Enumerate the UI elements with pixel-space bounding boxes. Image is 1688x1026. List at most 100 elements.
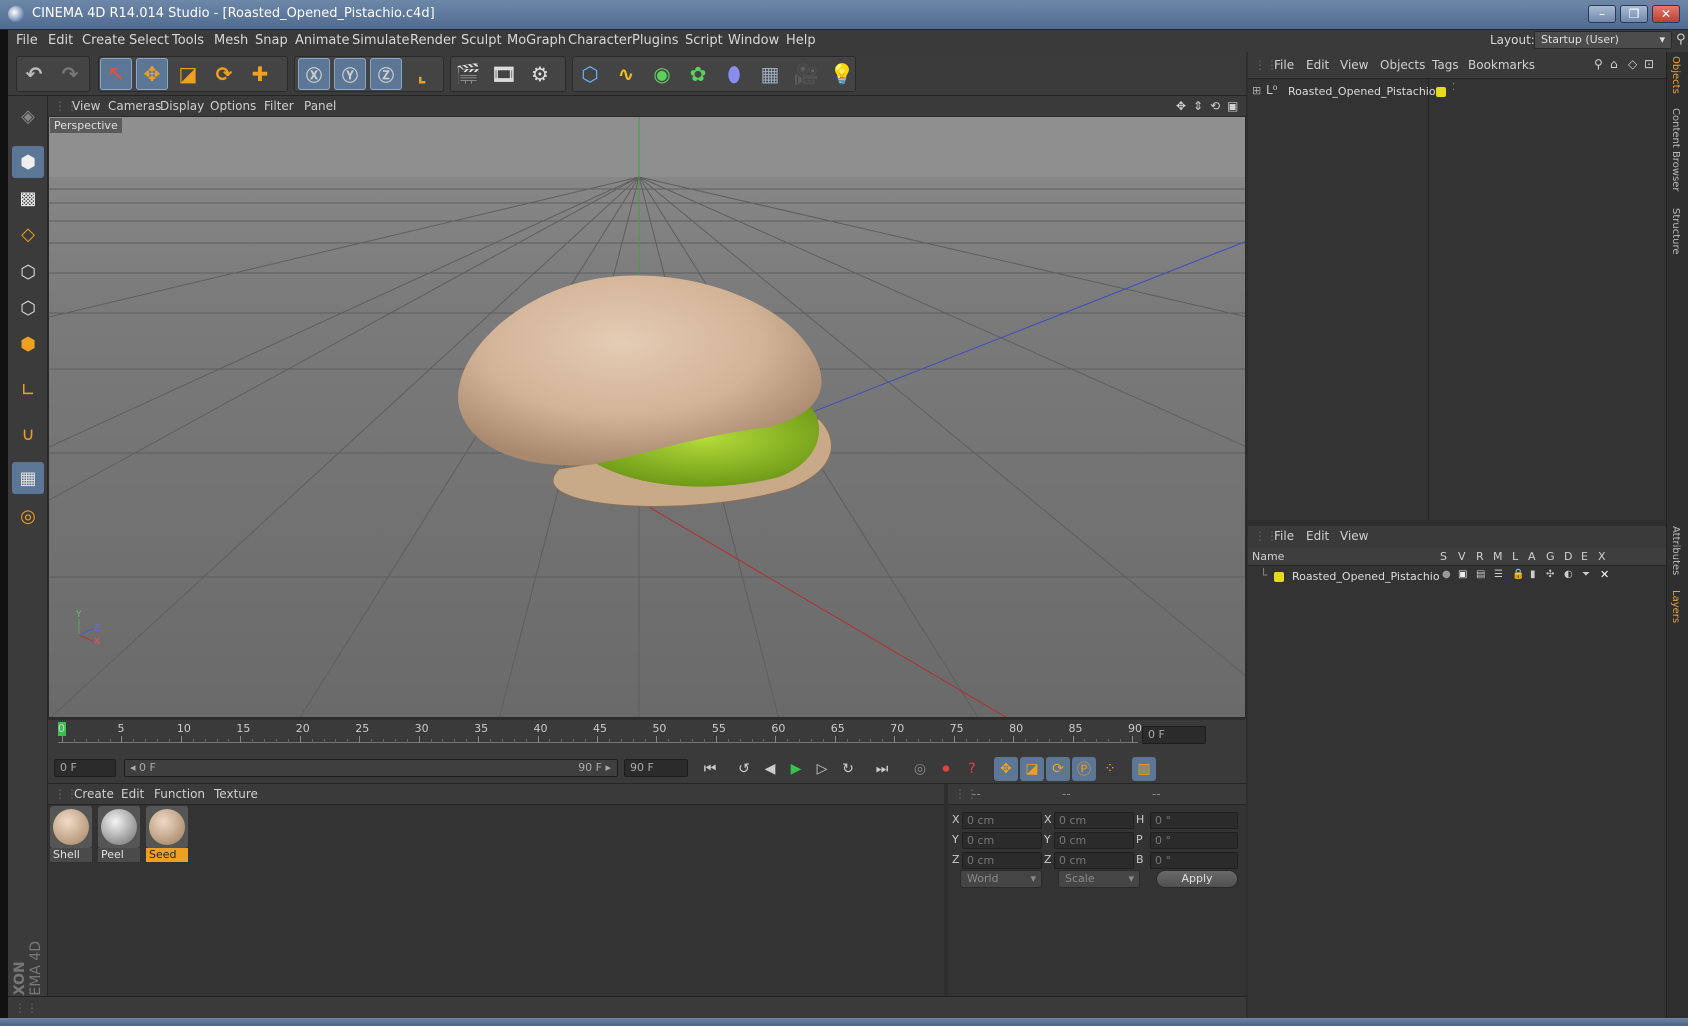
- menu-window[interactable]: Window: [728, 33, 779, 48]
- rotate-tool-icon[interactable]: ⟳: [208, 58, 240, 90]
- pos-x-field[interactable]: 0 cm: [962, 812, 1042, 829]
- menu-character[interactable]: Character: [568, 33, 632, 48]
- play-icon[interactable]: ▶: [784, 757, 808, 781]
- timeline-ruler[interactable]: 0 5 10 15 20 25 30 35 40 45 50 55 60 65 70 75 80 85 90 0 F: [48, 720, 1246, 752]
- solo-toggle-icon[interactable]: ●: [1442, 569, 1451, 580]
- deformer-icon[interactable]: ⬮: [718, 58, 750, 90]
- polygons-mode-icon[interactable]: ⬢: [12, 328, 44, 360]
- tab-attributes[interactable]: Attributes: [1670, 526, 1681, 575]
- layer-menu-edit[interactable]: Edit: [1306, 529, 1329, 543]
- key-parameter-icon[interactable]: Ⓟ: [1072, 757, 1096, 781]
- layer-color-swatch[interactable]: [1274, 572, 1284, 582]
- rot-p-field[interactable]: 0 °: [1150, 832, 1238, 849]
- layer-menu-view[interactable]: View: [1340, 529, 1368, 543]
- autokey-icon[interactable]: ⏺: [934, 757, 958, 781]
- timeline-window-icon[interactable]: ▥: [1132, 757, 1156, 781]
- rot-b-field[interactable]: 0 °: [1150, 852, 1238, 869]
- visibility-dots[interactable]: ⁚: [1452, 82, 1455, 93]
- pos-z-field[interactable]: 0 cm: [962, 852, 1042, 869]
- layer-menu-file[interactable]: File: [1274, 529, 1294, 543]
- coordinate-system-icon[interactable]: ⌞: [406, 58, 438, 90]
- make-editable-icon[interactable]: ◈: [12, 100, 44, 132]
- pistachio-model[interactable]: [458, 275, 832, 507]
- viewport-menu-display[interactable]: Display: [160, 99, 204, 113]
- scale-tool-icon[interactable]: ◪: [172, 58, 204, 90]
- object-menu-view[interactable]: View: [1340, 58, 1368, 72]
- material-menu-function[interactable]: Function: [154, 787, 205, 801]
- expressions-toggle-icon[interactable]: ⏷: [1582, 569, 1590, 580]
- recent-tool-icon[interactable]: ✚: [244, 58, 276, 90]
- axis-mode-icon[interactable]: ∟: [12, 374, 44, 406]
- object-menu-tags[interactable]: Tags: [1432, 58, 1459, 72]
- object-menu-file[interactable]: File: [1274, 58, 1294, 72]
- minimize-button[interactable]: –: [1588, 5, 1616, 23]
- apply-button[interactable]: Apply: [1156, 870, 1238, 888]
- col-render[interactable]: R: [1476, 550, 1484, 563]
- size-x-field[interactable]: 0 cm: [1054, 812, 1134, 829]
- material-peel[interactable]: Peel: [98, 806, 140, 864]
- menu-create[interactable]: Create: [82, 33, 125, 48]
- tab-objects[interactable]: Objects: [1670, 56, 1681, 94]
- layout-dropdown[interactable]: Startup (User) ▾: [1534, 31, 1672, 49]
- menu-mesh[interactable]: Mesh: [214, 33, 248, 48]
- generators-toggle-icon[interactable]: ✣: [1546, 569, 1554, 580]
- light-icon[interactable]: 💡: [826, 58, 858, 90]
- viewport-menu-cameras[interactable]: Cameras: [108, 99, 161, 113]
- close-button[interactable]: ✕: [1652, 5, 1680, 23]
- tab-content-browser[interactable]: Content Browser: [1670, 108, 1681, 191]
- menu-simulate[interactable]: Simulate: [352, 33, 409, 48]
- material-seed[interactable]: Seed: [146, 806, 188, 864]
- pos-y-field[interactable]: 0 cm: [962, 832, 1042, 849]
- material-menu-edit[interactable]: Edit: [121, 787, 144, 801]
- camera-icon[interactable]: 🎥: [790, 58, 822, 90]
- cube-primitive-icon[interactable]: ⬡: [574, 58, 606, 90]
- menu-render[interactable]: Render: [410, 33, 456, 48]
- workplane-lock-icon[interactable]: ▦: [12, 462, 44, 494]
- edges-mode-icon[interactable]: ⬡: [12, 292, 44, 324]
- move-view-icon[interactable]: ✥: [1176, 99, 1186, 113]
- col-locked[interactable]: L: [1512, 550, 1518, 563]
- size-y-field[interactable]: 0 cm: [1054, 832, 1134, 849]
- search-icon[interactable]: ⚲: [1676, 32, 1686, 47]
- col-manager[interactable]: M: [1493, 550, 1503, 563]
- render-toggle-icon[interactable]: ▤: [1476, 569, 1485, 580]
- spline-icon[interactable]: ∿: [610, 58, 642, 90]
- key-scale-icon[interactable]: ◪: [1020, 757, 1044, 781]
- menu-mograph[interactable]: MoGraph: [507, 33, 566, 48]
- col-solo[interactable]: S: [1440, 550, 1447, 563]
- menu-script[interactable]: Script: [685, 33, 723, 48]
- expand-icon[interactable]: ⊞: [1252, 84, 1261, 97]
- goto-start-icon[interactable]: ⏮: [698, 757, 722, 781]
- menu-plugins[interactable]: Plugins: [632, 33, 679, 48]
- toggle-view-icon[interactable]: ▣: [1227, 99, 1238, 113]
- col-expressions[interactable]: E: [1581, 550, 1588, 563]
- perspective-viewport[interactable]: Y Z X: [48, 116, 1246, 718]
- points-mode-icon[interactable]: ⬡: [12, 256, 44, 288]
- tab-layers[interactable]: Layers: [1670, 590, 1681, 623]
- prev-frame-icon[interactable]: ◀: [758, 757, 782, 781]
- zoom-view-icon[interactable]: ⇕: [1193, 99, 1203, 113]
- material-menu-texture[interactable]: Texture: [214, 787, 258, 801]
- layer-row[interactable]: └ Roasted_Opened_Pistachio ● ▣ ▤ ☰ 🔒 ▮ ✣…: [1252, 568, 1664, 586]
- menu-edit[interactable]: Edit: [48, 33, 73, 48]
- new-view-icon[interactable]: ⊡: [1644, 57, 1654, 71]
- workplane-mode-icon[interactable]: ◇: [12, 218, 44, 250]
- nurbs-icon[interactable]: ◉: [646, 58, 678, 90]
- x-axis-lock-icon[interactable]: Ⓧ: [298, 58, 330, 90]
- current-frame-field[interactable]: 0 F: [1142, 726, 1206, 744]
- tab-structure[interactable]: Structure: [1670, 208, 1681, 255]
- xref-toggle-icon[interactable]: ✕: [1600, 568, 1609, 581]
- deformers-toggle-icon[interactable]: ◐: [1564, 569, 1573, 580]
- render-picture-viewer-icon[interactable]: 🎞: [488, 58, 520, 90]
- rot-h-field[interactable]: 0 °: [1150, 812, 1238, 829]
- manager-toggle-icon[interactable]: ☰: [1494, 569, 1503, 580]
- coordinate-space-dropdown[interactable]: World ▾: [960, 870, 1042, 888]
- keyframe-selection-icon[interactable]: ?: [960, 757, 984, 781]
- locked-workplane-icon[interactable]: ◎: [12, 500, 44, 532]
- col-view[interactable]: V: [1458, 550, 1466, 563]
- z-axis-lock-icon[interactable]: Ⓩ: [370, 58, 402, 90]
- live-selection-icon[interactable]: ↖: [100, 58, 132, 90]
- animation-toggle-icon[interactable]: ▮: [1530, 569, 1536, 580]
- undo-icon[interactable]: ↶: [18, 58, 50, 90]
- col-xref[interactable]: X: [1598, 550, 1606, 563]
